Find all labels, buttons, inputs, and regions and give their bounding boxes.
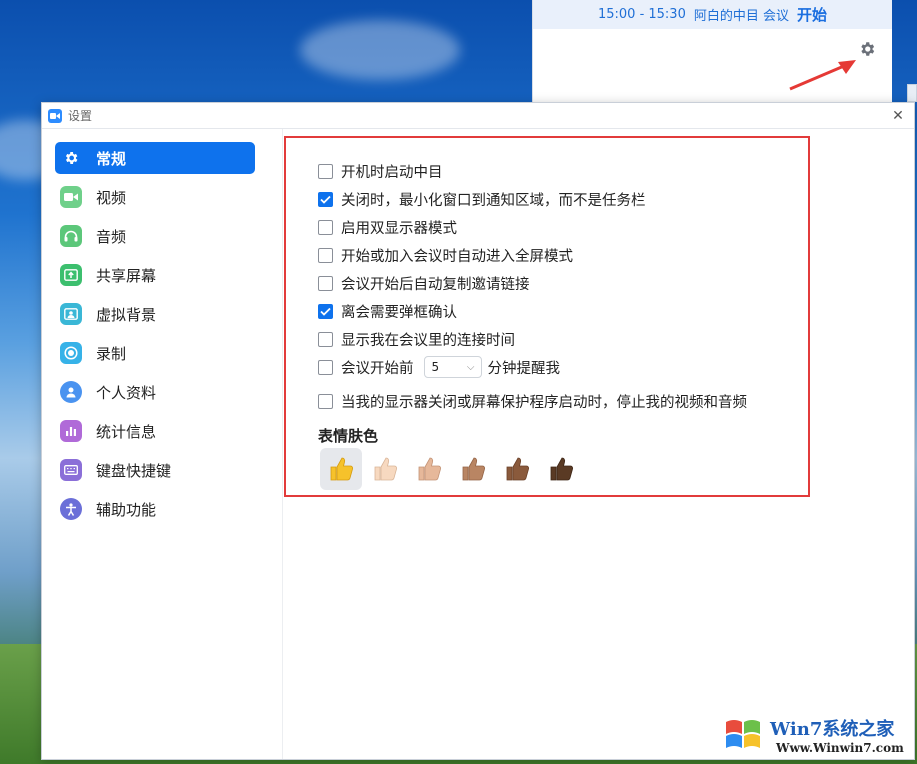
select-value: 5: [431, 360, 440, 374]
option-label: 开机时启动中目: [341, 164, 443, 181]
headphones-icon: [60, 225, 82, 247]
close-icon[interactable]: ✕: [888, 106, 908, 126]
thumbs-up-icon: [330, 457, 354, 481]
skin-tone-light[interactable]: [364, 448, 406, 490]
accessibility-icon: [60, 498, 82, 520]
option-label: 显示我在会议里的连接时间: [341, 332, 515, 349]
skin-tone-dark[interactable]: [540, 448, 582, 490]
checkbox[interactable]: [318, 275, 333, 291]
watermark-url: Www.Winwin7.com: [776, 741, 904, 755]
thumbs-up-icon: [374, 457, 398, 481]
sidebar-item-label: 共享屏幕: [96, 266, 157, 285]
checkbox[interactable]: [318, 303, 333, 319]
reminder-minutes-select[interactable]: 5 ⌵: [423, 356, 482, 378]
title-bar: 设置 ✕: [42, 103, 914, 129]
checkbox[interactable]: [318, 331, 333, 347]
checkbox[interactable]: [318, 393, 333, 409]
sidebar-item-label: 键盘快捷键: [96, 461, 172, 480]
skin-tone-medium-light[interactable]: [408, 448, 450, 490]
skin-tone-medium[interactable]: [452, 448, 494, 490]
sidebar-item-share-screen[interactable]: 共享屏幕: [55, 259, 255, 291]
option-minimize-to-tray[interactable]: 关闭时，最小化窗口到通知区域，而不是任务栏: [318, 188, 646, 210]
checkbox[interactable]: [318, 163, 333, 179]
sidebar-item-profile[interactable]: 个人资料: [55, 376, 255, 408]
sidebar-item-label: 统计信息: [96, 422, 157, 441]
thumbs-up-icon: [550, 457, 574, 481]
sidebar-item-audio[interactable]: 音频: [55, 220, 255, 252]
checkmark-icon: [320, 307, 331, 316]
sidebar-item-label: 个人资料: [96, 383, 157, 402]
background-window-edge: [907, 84, 917, 102]
profile-icon: [60, 381, 82, 403]
windows-logo-icon: [726, 720, 760, 748]
option-copy-invite-link[interactable]: 会议开始后自动复制邀请链接: [318, 272, 530, 294]
option-label: 启用双显示器模式: [341, 220, 457, 237]
skin-tone-heading: 表情肤色: [318, 427, 379, 445]
sidebar-item-accessibility[interactable]: 辅助功能: [55, 493, 255, 525]
option-confirm-leave[interactable]: 离会需要弹框确认: [318, 300, 457, 322]
record-icon: [60, 342, 82, 364]
keyboard-icon: [60, 459, 82, 481]
thumbs-up-icon: [418, 457, 442, 481]
video-camera-icon: [60, 186, 82, 208]
sidebar-item-video[interactable]: 视频: [55, 181, 255, 213]
checkmark-icon: [320, 195, 331, 204]
start-meeting-button[interactable]: 开始: [797, 4, 827, 25]
checkbox[interactable]: [318, 191, 333, 207]
option-show-connected-time[interactable]: 显示我在会议里的连接时间: [318, 328, 515, 350]
general-settings-panel: 开机时启动中目 关闭时，最小化窗口到通知区域，而不是任务栏 启用双显示器模式 开…: [284, 129, 914, 759]
meeting-time: 15:00 - 15:30: [597, 7, 686, 22]
upcoming-meeting-bar[interactable]: 15:00 - 15:30 阿白的中目 会议 开始: [533, 0, 892, 29]
sidebar-item-label: 常规: [96, 149, 127, 168]
meeting-title: 阿白的中目 会议: [693, 9, 789, 24]
sidebar-item-recording[interactable]: 录制: [55, 337, 255, 369]
settings-window: 设置 ✕ 常规 视频 音频 共享屏幕 虚拟背景 录制 个人资料 统计信息 键盘快…: [41, 102, 915, 760]
annotation-arrow-icon: [789, 60, 856, 91]
sidebar-item-label: 录制: [96, 344, 127, 363]
watermark-brand: Win7系统之家: [770, 719, 895, 740]
app-logo-icon: [48, 108, 62, 123]
checkbox[interactable]: [318, 247, 333, 263]
option-stop-video-on-screensaver[interactable]: 当我的显示器关闭或屏幕保护程序启动时，停止我的视频和音频: [318, 390, 747, 412]
settings-gear-icon[interactable]: [858, 40, 876, 58]
checkbox[interactable]: [318, 359, 333, 375]
sidebar-item-label: 虚拟背景: [96, 305, 157, 324]
annotation-highlight-box: 开机时启动中目 关闭时，最小化窗口到通知区域，而不是任务栏 启用双显示器模式 开…: [284, 136, 810, 497]
skin-tone-picker: [320, 448, 582, 490]
skin-tone-default[interactable]: [320, 448, 362, 490]
option-label: 离会需要弹框确认: [341, 304, 457, 321]
share-screen-icon: [60, 264, 82, 286]
statistics-icon: [60, 420, 82, 442]
option-meeting-reminder[interactable]: 会议开始前 5 ⌵ 分钟提醒我: [318, 356, 560, 378]
sidebar-item-general[interactable]: 常规: [55, 142, 255, 174]
option-label: 当我的显示器关闭或屏幕保护程序启动时，停止我的视频和音频: [341, 394, 747, 411]
sidebar-item-label: 音频: [96, 227, 127, 246]
sidebar-item-virtual-background[interactable]: 虚拟背景: [55, 298, 255, 330]
option-label: 分钟提醒我: [487, 360, 561, 377]
thumbs-up-icon: [462, 457, 486, 481]
checkbox[interactable]: [318, 219, 333, 235]
option-auto-fullscreen[interactable]: 开始或加入会议时自动进入全屏模式: [318, 244, 573, 266]
option-dual-monitor[interactable]: 启用双显示器模式: [318, 216, 457, 238]
option-label: 会议开始前: [341, 360, 414, 377]
sidebar-item-label: 辅助功能: [96, 500, 157, 519]
window-title: 设置: [68, 109, 93, 123]
chevron-down-icon: ⌵: [466, 361, 475, 373]
sidebar-item-label: 视频: [96, 188, 127, 207]
desktop-cloud: [300, 20, 460, 80]
gear-icon: [60, 147, 82, 169]
sidebar-item-keyboard-shortcuts[interactable]: 键盘快捷键: [55, 454, 255, 486]
thumbs-up-icon: [506, 457, 530, 481]
virtual-background-icon: [60, 303, 82, 325]
skin-tone-medium-dark[interactable]: [496, 448, 538, 490]
settings-sidebar: 常规 视频 音频 共享屏幕 虚拟背景 录制 个人资料 统计信息 键盘快捷键 辅助…: [42, 129, 283, 759]
option-launch-at-startup[interactable]: 开机时启动中目: [318, 160, 443, 182]
site-watermark: Win7系统之家 Www.Winwin7.com: [720, 712, 912, 760]
option-label: 会议开始后自动复制邀请链接: [341, 276, 530, 293]
option-label: 开始或加入会议时自动进入全屏模式: [341, 248, 573, 265]
sidebar-item-statistics[interactable]: 统计信息: [55, 415, 255, 447]
option-label: 关闭时，最小化窗口到通知区域，而不是任务栏: [341, 192, 646, 209]
